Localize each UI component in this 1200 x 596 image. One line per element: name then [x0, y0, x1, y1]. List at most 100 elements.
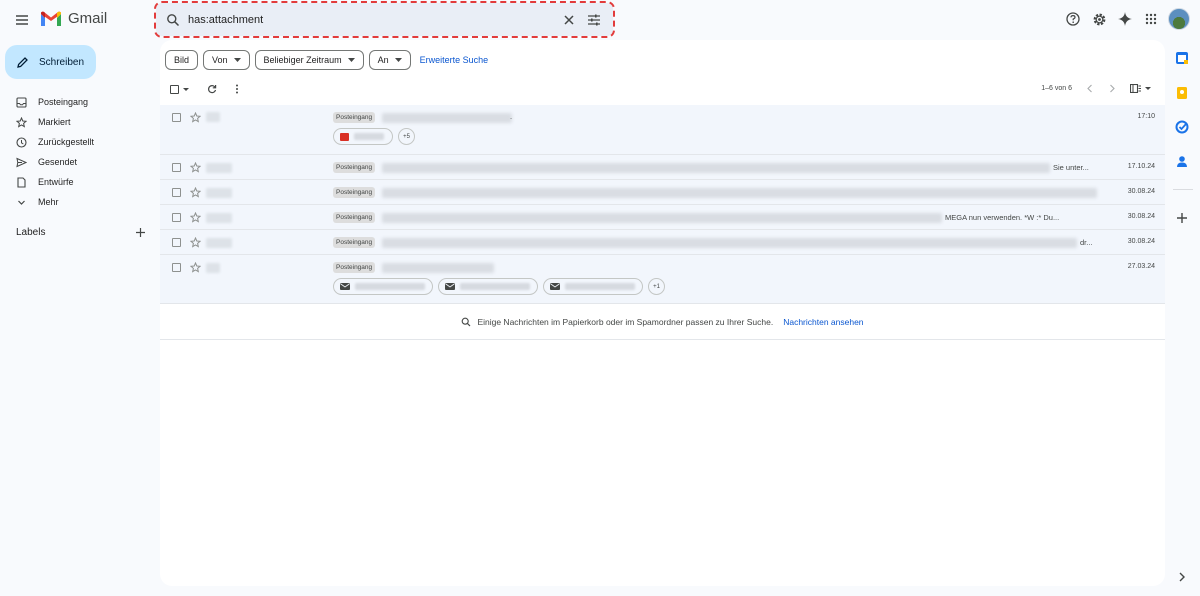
pencil-icon [17, 56, 28, 68]
subject-preview [382, 113, 512, 123]
more-attachments-badge[interactable]: +5 [398, 128, 415, 145]
keep-icon[interactable] [1175, 86, 1189, 100]
row-checkbox[interactable] [172, 188, 181, 197]
clock-icon [16, 136, 27, 148]
chevron-down-icon [18, 200, 25, 205]
sidebar-item-more[interactable]: Mehr [0, 192, 150, 212]
select-all-checkbox[interactable] [170, 84, 189, 94]
attachment-chip[interactable] [438, 278, 538, 295]
sidebar-item-starred[interactable]: Markiert [0, 112, 150, 132]
sender-name [206, 263, 220, 273]
table-row[interactable]: Posteingang MEGA nun verwenden. *W :* Du… [160, 205, 1165, 230]
chip-label: An [377, 55, 389, 65]
star-icon[interactable] [190, 187, 201, 198]
snippet-tail: . [510, 112, 513, 121]
contacts-icon[interactable] [1175, 154, 1189, 168]
search-icon [462, 317, 471, 326]
more-vert-icon[interactable] [235, 84, 239, 94]
calendar-icon[interactable] [1175, 51, 1189, 65]
sidebar-item-inbox[interactable]: Posteingang [0, 92, 150, 112]
row-checkbox[interactable] [172, 113, 181, 122]
table-row[interactable]: Posteingang 30.08.24 [160, 180, 1165, 205]
menu-button[interactable] [12, 10, 32, 30]
email-date: 17.10.24 [1127, 163, 1155, 170]
list-toolbar [170, 84, 239, 94]
filter-chip-date[interactable]: Beliebiger Zeitraum [254, 50, 364, 70]
tasks-icon[interactable] [1175, 120, 1189, 134]
email-date: 30.08.24 [1127, 238, 1155, 245]
search-input[interactable] [188, 13, 548, 26]
filter-chip-to[interactable]: An [368, 50, 411, 70]
more-attachments-badge[interactable]: +1 [648, 278, 665, 295]
rail-divider [1173, 189, 1193, 190]
star-icon[interactable] [190, 212, 201, 223]
subject-preview [382, 188, 1097, 198]
star-icon[interactable] [190, 112, 201, 123]
help-button[interactable] [1064, 10, 1082, 28]
table-row[interactable]: Posteingang 27.03.24 +1 [160, 255, 1165, 304]
gear-icon [1093, 13, 1105, 25]
star-icon[interactable] [190, 162, 201, 173]
header-actions [1064, 8, 1190, 30]
draft-icon [17, 176, 26, 188]
attachment-chip[interactable] [543, 278, 643, 295]
table-row[interactable]: Posteingang . 17:10 +5 [160, 105, 1165, 155]
image-file-icon [340, 132, 349, 141]
split-pane-icon [1130, 84, 1141, 93]
sidebar-item-label: Markiert [38, 117, 71, 127]
compose-button[interactable]: Schreiben [5, 45, 96, 79]
label-tag: Posteingang [333, 187, 376, 198]
plus-icon[interactable] [1175, 211, 1189, 225]
star-icon [16, 116, 27, 128]
tune-icon[interactable] [587, 14, 601, 26]
filter-chip-from[interactable]: Von [203, 50, 250, 70]
sidebar-item-snoozed[interactable]: Zurückgestellt [0, 132, 150, 152]
row-checkbox[interactable] [172, 263, 181, 272]
email-date: 17:10 [1137, 113, 1155, 120]
table-row[interactable]: Posteingang dr... 30.08.24 [160, 230, 1165, 255]
search-bar[interactable] [154, 1, 615, 38]
attachment-chip[interactable] [333, 278, 433, 295]
refresh-icon[interactable] [207, 84, 217, 94]
plus-icon[interactable] [135, 227, 146, 238]
filter-chip-image[interactable]: Bild [165, 50, 199, 70]
sidebar-item-drafts[interactable]: Entwürfe [0, 172, 150, 192]
chip-label: Bild [174, 55, 190, 65]
email-date: 27.03.24 [1127, 263, 1155, 270]
sender-name [206, 238, 232, 248]
star-icon[interactable] [190, 262, 201, 273]
star-icon[interactable] [190, 237, 201, 248]
settings-button[interactable] [1090, 10, 1108, 28]
search-icon[interactable] [166, 13, 180, 27]
sender-name [206, 213, 232, 223]
caret-down-icon [1145, 87, 1151, 90]
sidebar-item-label: Mehr [38, 197, 59, 207]
table-row[interactable]: Posteingang Sie unter... 17.10.24 [160, 155, 1165, 180]
label-tag: Posteingang [333, 212, 376, 223]
snippet-tail: dr... [1080, 238, 1093, 247]
chevron-right-icon[interactable] [1175, 570, 1189, 584]
notice-text: Einige Nachrichten im Papierkorb oder im… [477, 316, 774, 327]
inbox-icon [16, 96, 27, 108]
attachment-chip[interactable] [333, 128, 393, 145]
chevron-right-icon[interactable] [1108, 84, 1116, 93]
gemini-button[interactable] [1116, 10, 1134, 28]
labels-heading: Labels [16, 227, 46, 238]
sidebar-item-sent[interactable]: Gesendet [0, 152, 150, 172]
send-icon [16, 157, 27, 167]
split-pane-toggle[interactable] [1130, 84, 1151, 93]
avatar[interactable] [1168, 8, 1190, 30]
gmail-logo[interactable]: Gmail [40, 10, 107, 27]
row-checkbox[interactable] [172, 213, 181, 222]
view-messages-link[interactable]: Nachrichten ansehen [783, 317, 863, 327]
advanced-search-link[interactable]: Erweiterte Suche [420, 55, 489, 65]
row-checkbox[interactable] [172, 238, 181, 247]
apps-button[interactable] [1142, 10, 1160, 28]
chevron-left-icon[interactable] [1086, 84, 1094, 93]
subject-preview [382, 238, 1077, 248]
subject-preview [382, 263, 494, 273]
mail-icon [550, 283, 560, 290]
close-icon[interactable] [563, 14, 575, 26]
row-checkbox[interactable] [172, 163, 181, 172]
chip-label: Beliebiger Zeitraum [263, 55, 342, 65]
